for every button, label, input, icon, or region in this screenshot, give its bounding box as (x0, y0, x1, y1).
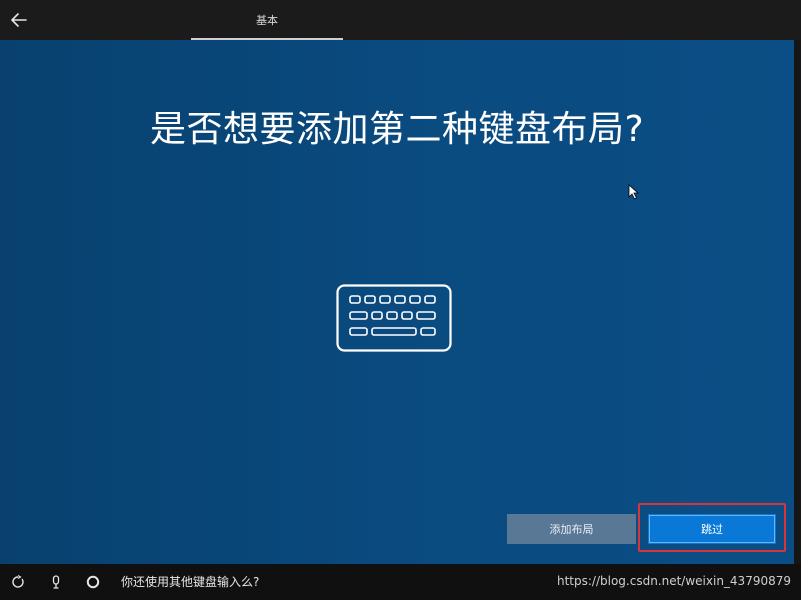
page-title: 是否想要添加第二种键盘布局? (149, 109, 645, 150)
cortana-circle-icon (86, 575, 100, 589)
ease-of-access-icon (12, 575, 24, 588)
footer-prompt: 你还使用其他键盘输入么? (121, 575, 260, 589)
skip-button[interactable]: 跳过 (648, 514, 776, 544)
microphone-button[interactable] (48, 574, 64, 590)
oobe-window: 基本 是否想要添加第二种键盘布局? 添加布局 跳过 你还使用其他键盘输入么? h… (0, 0, 801, 600)
top-bar: 基本 (0, 0, 801, 40)
cortana-button[interactable] (85, 574, 101, 590)
main-content: 是否想要添加第二种键盘布局? 添加布局 跳过 (0, 40, 794, 564)
back-arrow-icon (11, 13, 27, 27)
add-layout-button[interactable]: 添加布局 (507, 514, 636, 544)
ease-of-access-button[interactable] (10, 574, 26, 590)
back-button[interactable] (8, 9, 30, 31)
tab-basic[interactable]: 基本 (191, 0, 343, 40)
mouse-cursor-icon (628, 184, 640, 200)
bottom-bar: 你还使用其他键盘输入么? https://blog.csdn.net/weixi… (0, 564, 801, 600)
microphone-icon (52, 575, 60, 589)
right-edge-strip (794, 40, 801, 564)
keyboard-icon (336, 284, 452, 352)
tab-basic-label: 基本 (256, 14, 278, 27)
watermark-text: https://blog.csdn.net/weixin_43790879 (556, 574, 791, 588)
